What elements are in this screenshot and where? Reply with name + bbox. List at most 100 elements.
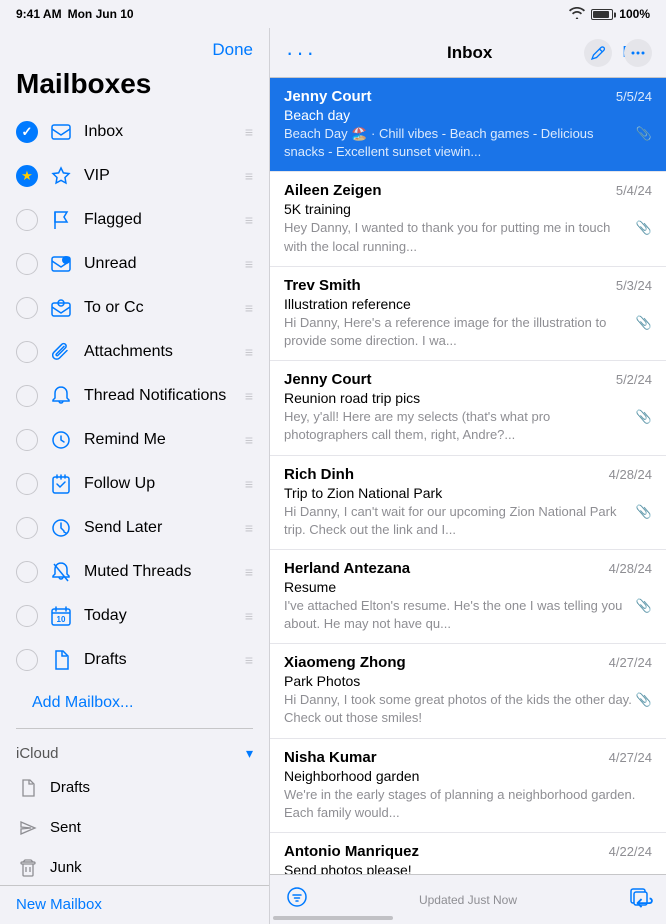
- more-dots-icon[interactable]: [624, 39, 652, 67]
- unread-icon: [48, 251, 74, 277]
- email-preview: We're in the early stages of planning a …: [284, 786, 652, 822]
- sendlater-label: Send Later: [84, 519, 235, 537]
- sendlater-reorder-icon: ≡: [245, 520, 253, 536]
- sidebar: Done Mailboxes ✓ Inbox: [0, 28, 270, 924]
- email-item-jenny-court-beach[interactable]: Jenny Court 5/5/24 Beach day Beach Day 🏖…: [270, 78, 666, 172]
- sidebar-divider: [16, 728, 253, 729]
- email-item-herland-antezana[interactable]: Herland Antezana 4/28/24 Resume I've att…: [270, 550, 666, 644]
- remindme-reorder-icon: ≡: [245, 432, 253, 448]
- mutedthreads-reorder-icon: ≡: [245, 564, 253, 580]
- email-subject: Trip to Zion National Park: [284, 485, 652, 501]
- icloud-junk-item[interactable]: Junk: [16, 848, 253, 886]
- email-date: 5/2/24: [616, 372, 652, 387]
- email-preview: Beach Day 🏖️ · Chill vibes - Beach games…: [284, 125, 632, 161]
- drafts-check: [16, 649, 38, 671]
- toorcc-label: To or Cc: [84, 299, 235, 317]
- email-date: 4/22/24: [609, 844, 652, 859]
- sidebar-item-vip[interactable]: ★ VIP ≡: [0, 154, 269, 198]
- icloud-sent-icon: [16, 816, 40, 840]
- followup-check: [16, 473, 38, 495]
- email-date: 4/27/24: [609, 655, 652, 670]
- sidebar-item-sendlater[interactable]: Send Later ≡: [0, 506, 269, 550]
- wifi-icon: [569, 7, 585, 22]
- flagged-icon: [48, 207, 74, 233]
- sidebar-header: Done: [0, 28, 269, 68]
- new-mailbox-button[interactable]: New Mailbox: [16, 896, 102, 913]
- remindme-check: [16, 429, 38, 451]
- email-item-aileen-zeigen[interactable]: Aileen Zeigen 5/4/24 5K training Hey Dan…: [270, 172, 666, 266]
- sidebar-item-threadnotif[interactable]: Thread Notifications ≡: [0, 374, 269, 418]
- sidebar-item-mutedthreads[interactable]: Muted Threads ≡: [0, 550, 269, 594]
- status-bar: 9:41 AM Mon Jun 10 100%: [0, 0, 666, 28]
- email-preview: Hi Danny, I took some great photos of th…: [284, 691, 632, 727]
- attachment-icon: 📎: [636, 220, 652, 236]
- email-date: 5/4/24: [616, 183, 652, 198]
- flagged-label: Flagged: [84, 211, 235, 229]
- threadnotif-check: [16, 385, 38, 407]
- email-sender: Herland Antezana: [284, 560, 410, 577]
- attachment-icon: 📎: [636, 692, 652, 708]
- sidebar-item-followup[interactable]: Follow Up ≡: [0, 462, 269, 506]
- sidebar-item-inbox[interactable]: ✓ Inbox ≡: [0, 110, 269, 154]
- threadnotif-reorder-icon: ≡: [245, 388, 253, 404]
- mutedthreads-icon: [48, 559, 74, 585]
- remindme-label: Remind Me: [84, 431, 235, 449]
- icloud-drafts-label: Drafts: [50, 779, 90, 796]
- email-preview: I've attached Elton's resume. He's the o…: [284, 597, 632, 633]
- email-date: 5/5/24: [616, 89, 652, 104]
- drafts-label: Drafts: [84, 651, 235, 669]
- inbox-icon: [48, 119, 74, 145]
- email-date: 4/28/24: [609, 467, 652, 482]
- app-container: Done Mailboxes ✓ Inbox: [0, 28, 666, 924]
- email-item-nisha-kumar[interactable]: Nisha Kumar 4/27/24 Neighborhood garden …: [270, 739, 666, 833]
- email-item-antonio-manriquez[interactable]: Antonio Manriquez 4/22/24 Send photos pl…: [270, 833, 666, 874]
- inbox-reorder-icon: ≡: [245, 124, 253, 140]
- email-sender: Nisha Kumar: [284, 749, 377, 766]
- icloud-sent-label: Sent: [50, 819, 81, 836]
- attachments-icon: [48, 339, 74, 365]
- email-preview: Hey, y'all! Here are my selects (that's …: [284, 408, 632, 444]
- sidebar-item-today[interactable]: 10 Today ≡: [0, 594, 269, 638]
- email-item-trev-smith[interactable]: Trev Smith 5/3/24 Illustration reference…: [270, 267, 666, 361]
- filter-icon[interactable]: [286, 886, 308, 914]
- compose-icon[interactable]: [584, 39, 612, 67]
- sendlater-check: [16, 517, 38, 539]
- status-time: 9:41 AM: [16, 7, 62, 21]
- email-item-rich-dinh[interactable]: Rich Dinh 4/28/24 Trip to Zion National …: [270, 456, 666, 550]
- sidebar-item-unread[interactable]: Unread ≡: [0, 242, 269, 286]
- inbox-check: ✓: [16, 121, 38, 143]
- toorcc-check: [16, 297, 38, 319]
- battery-pct: 100%: [619, 7, 650, 21]
- email-sender: Jenny Court: [284, 371, 372, 388]
- email-subject: Send photos please!: [284, 862, 652, 874]
- icloud-drafts-item[interactable]: Drafts: [16, 768, 253, 808]
- followup-reorder-icon: ≡: [245, 476, 253, 492]
- icloud-sent-item[interactable]: Sent: [16, 808, 253, 848]
- top-right-actions: [584, 28, 666, 78]
- mutedthreads-check: [16, 561, 38, 583]
- email-item-jenny-court-reunion[interactable]: Jenny Court 5/2/24 Reunion road trip pic…: [270, 361, 666, 455]
- email-date: 4/27/24: [609, 750, 652, 765]
- sidebar-item-attachments[interactable]: Attachments ≡: [0, 330, 269, 374]
- attachment-icon: 📎: [636, 315, 652, 331]
- sidebar-item-toorcc[interactable]: To or Cc ≡: [0, 286, 269, 330]
- add-mailbox-button[interactable]: Add Mailbox...: [16, 686, 149, 720]
- unread-check: [16, 253, 38, 275]
- svg-text:10: 10: [57, 615, 66, 624]
- reply-icon[interactable]: ↩: [636, 890, 654, 915]
- done-button[interactable]: Done: [212, 40, 253, 60]
- threadnotif-icon: [48, 383, 74, 409]
- email-item-xiaomeng-zhong[interactable]: Xiaomeng Zhong 4/27/24 Park Photos Hi Da…: [270, 644, 666, 738]
- mailboxes-title: Mailboxes: [0, 68, 269, 110]
- today-check: [16, 605, 38, 627]
- attachment-icon: 📎: [636, 409, 652, 425]
- sidebar-item-drafts[interactable]: Drafts ≡: [0, 638, 269, 682]
- vip-icon: [48, 163, 74, 189]
- email-sender: Aileen Zeigen: [284, 182, 382, 199]
- today-icon: 10: [48, 603, 74, 629]
- sidebar-item-remindme[interactable]: Remind Me ≡: [0, 418, 269, 462]
- icloud-header[interactable]: iCloud ▾: [16, 741, 253, 766]
- remindme-icon: [48, 427, 74, 453]
- more-options-icon[interactable]: ···: [286, 40, 317, 66]
- sidebar-item-flagged[interactable]: Flagged ≡: [0, 198, 269, 242]
